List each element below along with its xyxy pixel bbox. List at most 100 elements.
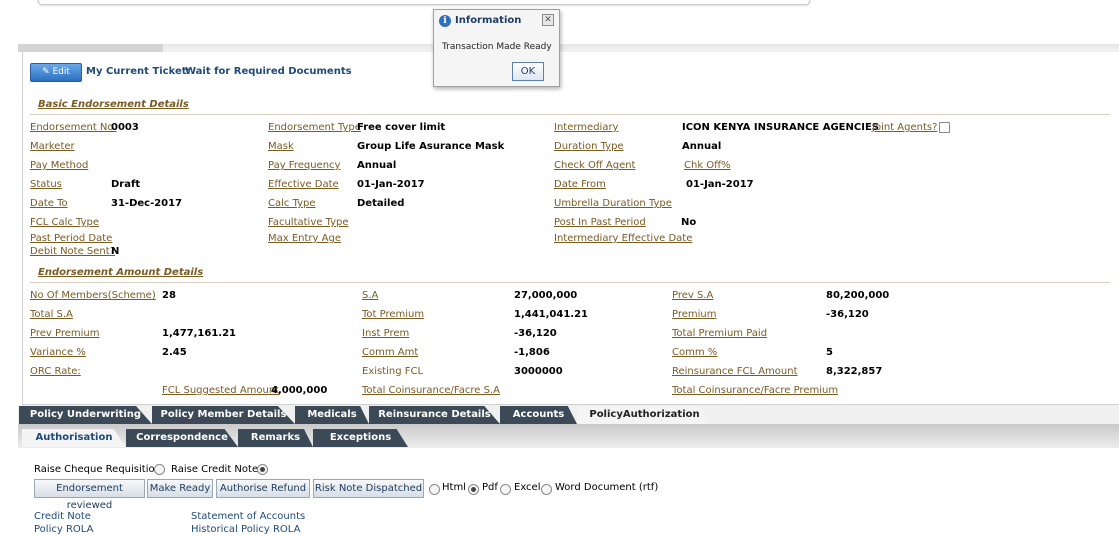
ticket-label: My Current Ticket: bbox=[86, 66, 191, 77]
intermediary-eff-date-label[interactable]: Intermediary Effective Date bbox=[554, 233, 692, 244]
inst-prem-label[interactable]: Inst Prem bbox=[362, 328, 409, 339]
joint-agents-label[interactable]: Joint Agents? bbox=[872, 122, 937, 133]
status-value: Draft bbox=[111, 179, 141, 190]
raise-cheque-label: Raise Cheque Requisition bbox=[34, 464, 161, 475]
check-off-agent-label[interactable]: Check Off Agent bbox=[554, 160, 635, 171]
intermediary-value: ICON KENYA INSURANCE AGENCIES bbox=[682, 122, 879, 133]
comm-amt-value: -1,806 bbox=[514, 347, 550, 358]
effective-date-value: 01-Jan-2017 bbox=[357, 179, 425, 190]
debit-note-sent-label[interactable]: Debit Note Sent? bbox=[30, 246, 115, 257]
edit-button[interactable]: ✎ Edit bbox=[30, 63, 82, 82]
risk-note-dispatched-button[interactable]: Risk Note Dispatched bbox=[313, 479, 424, 498]
existing-fcl-label: Existing FCL bbox=[362, 366, 424, 377]
duration-type-value: Annual bbox=[682, 141, 722, 152]
total-coins-prem-label[interactable]: Total Coinsurance/Facre Premium bbox=[672, 385, 838, 396]
total-premium-paid-label[interactable]: Total Premium Paid bbox=[672, 328, 767, 339]
umbrella-duration-label[interactable]: Umbrella Duration Type bbox=[554, 198, 672, 209]
post-past-period-label[interactable]: Post In Past Period bbox=[554, 217, 646, 228]
comm-amt-label[interactable]: Comm Amt bbox=[362, 347, 418, 358]
close-icon[interactable]: ✕ bbox=[542, 14, 554, 26]
comm-pct-value: 5 bbox=[826, 347, 833, 358]
format-word-radio[interactable] bbox=[541, 484, 552, 495]
endorsement-type-label[interactable]: Endorsement Type bbox=[268, 122, 361, 133]
tot-premium-label[interactable]: Tot Premium bbox=[362, 309, 424, 320]
pay-frequency-label[interactable]: Pay Frequency bbox=[268, 160, 340, 171]
format-excel-radio[interactable] bbox=[500, 484, 511, 495]
no-members-label[interactable]: No Of Members(Scheme) bbox=[30, 290, 156, 301]
sa-value: 27,000,000 bbox=[514, 290, 578, 301]
past-period-date-label[interactable]: Past Period Date bbox=[30, 233, 112, 244]
facultative-type-label[interactable]: Facultative Type bbox=[268, 217, 349, 228]
tab-authorisation[interactable]: Authorisation bbox=[22, 429, 126, 447]
format-pdf-radio[interactable] bbox=[468, 484, 479, 495]
format-html-radio[interactable] bbox=[429, 484, 440, 495]
tab-reinsurance-details[interactable]: Reinsurance Details bbox=[369, 406, 500, 424]
policy-rola-link[interactable]: Policy ROLA bbox=[34, 524, 93, 535]
chk-off-label[interactable]: Chk Off% bbox=[684, 160, 731, 171]
orc-rate-label[interactable]: ORC Rate: bbox=[30, 366, 81, 377]
endorsement-reviewed-button[interactable]: Endorsement reviewed bbox=[34, 479, 145, 511]
fcl-suggested-value: 4,000,000 bbox=[271, 385, 328, 396]
statement-of-accounts-link[interactable]: Statement of Accounts bbox=[191, 511, 305, 522]
authorise-refund-button[interactable]: Authorise Refund bbox=[216, 479, 310, 498]
inst-prem-value: -36,120 bbox=[514, 328, 557, 339]
raise-cheque-radio[interactable] bbox=[154, 464, 165, 475]
premium-label[interactable]: Premium bbox=[672, 309, 717, 320]
endorsement-type-value: Free cover limit bbox=[357, 122, 446, 133]
mask-label[interactable]: Mask bbox=[268, 141, 294, 152]
joint-agents-checkbox[interactable] bbox=[939, 122, 950, 133]
intermediary-label[interactable]: Intermediary bbox=[554, 122, 618, 133]
tab-policy-underwriting[interactable]: Policy Underwriting bbox=[19, 406, 152, 424]
variance-label[interactable]: Variance % bbox=[30, 347, 86, 358]
tab-accounts[interactable]: Accounts bbox=[500, 406, 577, 424]
date-from-value: 01-Jan-2017 bbox=[686, 179, 754, 190]
comm-pct-label[interactable]: Comm % bbox=[672, 347, 717, 358]
info-icon: i bbox=[439, 15, 451, 27]
tab-exceptions[interactable]: Exceptions bbox=[313, 429, 408, 447]
tab-correspondence[interactable]: Correspondence bbox=[126, 429, 238, 447]
tab-medicals[interactable]: Medicals bbox=[295, 406, 369, 424]
fcl-calc-type-label[interactable]: FCL Calc Type bbox=[30, 217, 99, 228]
fcl-suggested-label[interactable]: FCL Suggested Amount bbox=[162, 385, 279, 396]
tab-remarks[interactable]: Remarks bbox=[238, 429, 313, 447]
endorsement-no-label[interactable]: Endorsement No. bbox=[30, 122, 117, 133]
prev-premium-value: 1,477,161.21 bbox=[162, 328, 237, 339]
duration-type-label[interactable]: Duration Type bbox=[554, 141, 624, 152]
date-from-label[interactable]: Date From bbox=[554, 179, 606, 190]
ticket-value: Wait for Required Documents bbox=[185, 66, 352, 77]
status-label[interactable]: Status bbox=[30, 179, 62, 190]
date-to-label[interactable]: Date To bbox=[30, 198, 68, 209]
pencil-icon: ✎ bbox=[42, 67, 50, 77]
reins-fcl-label[interactable]: Reinsurance FCL Amount bbox=[672, 366, 798, 377]
make-ready-button[interactable]: Make Ready bbox=[147, 479, 213, 498]
total-sa-label[interactable]: Total S.A bbox=[30, 309, 73, 320]
format-html-label: Html bbox=[442, 482, 466, 493]
mask-value: Group Life Asurance Mask bbox=[357, 141, 505, 152]
pay-frequency-value: Annual bbox=[357, 160, 397, 171]
ok-button[interactable]: OK bbox=[512, 62, 544, 81]
historical-policy-rola-link[interactable]: Historical Policy ROLA bbox=[191, 524, 300, 535]
top-panel-edge bbox=[38, 0, 810, 5]
raise-credit-radio[interactable] bbox=[257, 464, 268, 475]
debit-note-sent-value: N bbox=[111, 246, 120, 257]
tab-policy-authorization[interactable]: PolicyAuthorization bbox=[577, 406, 712, 424]
prev-premium-label[interactable]: Prev Premium bbox=[30, 328, 100, 339]
format-word-label: Word Document (rtf) bbox=[555, 482, 659, 493]
sa-label[interactable]: S.A bbox=[362, 290, 378, 301]
pay-method-label[interactable]: Pay Method bbox=[30, 160, 88, 171]
post-past-period-value: No bbox=[681, 217, 697, 228]
total-coins-sa-label[interactable]: Total Coinsurance/Facre S.A bbox=[362, 385, 500, 396]
max-entry-age-label[interactable]: Max Entry Age bbox=[268, 233, 341, 244]
prev-sa-value: 80,200,000 bbox=[826, 290, 890, 301]
tot-premium-value: 1,441,041.21 bbox=[514, 309, 589, 320]
calc-type-label[interactable]: Calc Type bbox=[268, 198, 316, 209]
date-to-value: 31-Dec-2017 bbox=[111, 198, 183, 209]
panel-header-bar bbox=[18, 44, 1119, 52]
dialog-title: Information bbox=[455, 15, 522, 26]
marketer-label[interactable]: Marketer bbox=[30, 141, 75, 152]
credit-note-link[interactable]: Credit Note bbox=[34, 511, 91, 522]
effective-date-label[interactable]: Effective Date bbox=[268, 179, 339, 190]
prev-sa-label[interactable]: Prev S.A bbox=[672, 290, 713, 301]
edit-label: Edit bbox=[52, 67, 70, 77]
tab-policy-member-details[interactable]: Policy Member Details bbox=[152, 406, 295, 424]
